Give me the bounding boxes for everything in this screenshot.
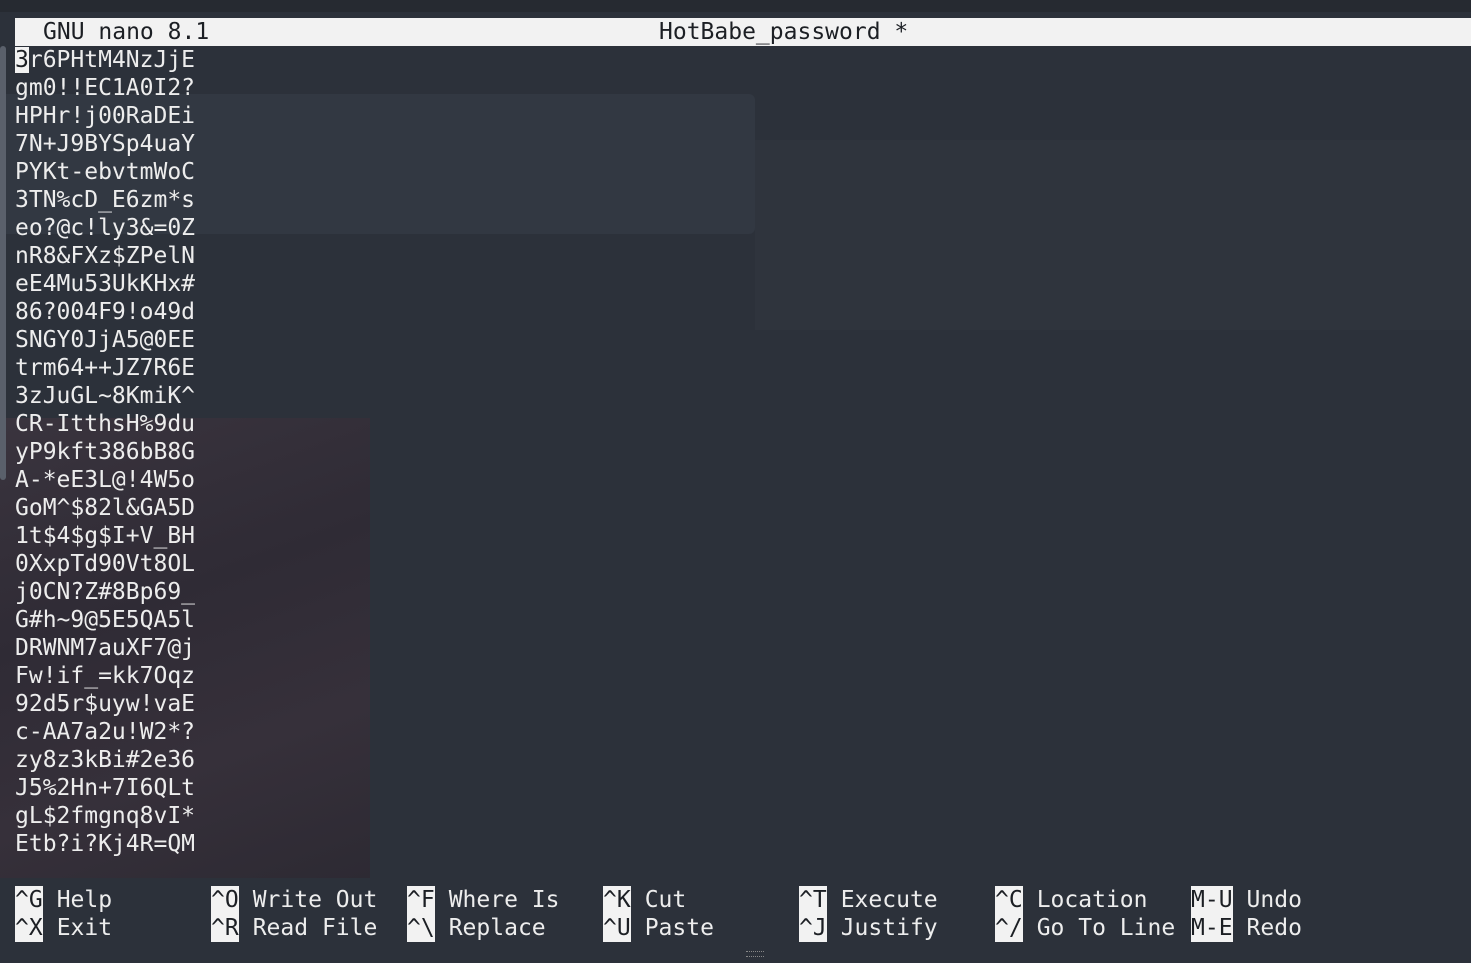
shortcut-label: Location: [1036, 887, 1148, 913]
shortcut-label: Exit: [56, 915, 113, 941]
shortcut-key: ^R: [211, 914, 239, 942]
shortcut-key: ^G: [15, 886, 43, 914]
text-line[interactable]: 0XxpTd90Vt8OL: [15, 550, 195, 578]
text-line[interactable]: j0CN?Z#8Bp69_: [15, 578, 195, 606]
shortcut-key: ^C: [995, 886, 1023, 914]
text-line[interactable]: Fw!if_=kk7Oqz: [15, 662, 195, 690]
shortcut-read-file[interactable]: ^R Read File: [211, 914, 377, 942]
text-line[interactable]: G#h~9@5E5QA5l: [15, 606, 195, 634]
text-line[interactable]: gL$2fmgnq8vI*: [15, 802, 195, 830]
shortcut-location[interactable]: ^C Location: [995, 886, 1147, 914]
shortcut-key: M-U: [1191, 886, 1233, 914]
resize-grip-icon[interactable]: [746, 951, 764, 957]
shortcut-label: Go To Line: [1036, 915, 1176, 941]
text-line[interactable]: 3TN%cD_E6zm*s: [15, 186, 195, 214]
shortcut-key: ^J: [799, 914, 827, 942]
text-line[interactable]: 3zJuGL~8KmiK^: [15, 382, 195, 410]
shortcut-write-out[interactable]: ^O Write Out: [211, 886, 377, 914]
text-line[interactable]: PYKt-ebvtmWoC: [15, 158, 195, 186]
shortcut-paste[interactable]: ^U Paste: [603, 914, 714, 942]
text-line[interactable]: 3r6PHtM4NzJjE: [15, 46, 195, 74]
shortcut-label: Paste: [644, 915, 714, 941]
shortcut-where-is[interactable]: ^F Where Is: [407, 886, 559, 914]
text-line[interactable]: 7N+J9BYSp4uaY: [15, 130, 195, 158]
text-line[interactable]: 1t$4$g$I+V_BH: [15, 522, 195, 550]
shortcut-exit[interactable]: ^X Exit: [15, 914, 112, 942]
text-cursor: 3: [15, 47, 29, 73]
shortcut-label: Read File: [252, 915, 378, 941]
text-line[interactable]: zy8z3kBi#2e36: [15, 746, 195, 774]
nano-titlebar: GNU nano 8.1 HotBabe_password *: [15, 18, 1471, 46]
shortcut-label: Execute: [840, 887, 938, 913]
text-line[interactable]: eo?@c!ly3&=0Z: [15, 214, 195, 242]
text-line[interactable]: J5%2Hn+7I6QLt: [15, 774, 195, 802]
file-name: HotBabe_password *: [659, 19, 909, 45]
text-line[interactable]: trm64++JZ7R6E: [15, 354, 195, 382]
shortcut-justify[interactable]: ^J Justify: [799, 914, 938, 942]
shortcut-key: ^X: [15, 914, 43, 942]
app-version: GNU nano 8.1: [43, 19, 210, 45]
shortcut-label: Help: [56, 887, 113, 913]
shortcut-key: ^\: [407, 914, 435, 942]
text-line[interactable]: 86?004F9!o49d: [15, 298, 195, 326]
shortcut-help[interactable]: ^G Help: [15, 886, 112, 914]
text-editor-area[interactable]: 3r6PHtM4NzJjE gm0!!EC1A0I2? HPHr!j00RaDEi 7…: [15, 46, 195, 858]
text-line[interactable]: SNGY0JjA5@0EE: [15, 326, 195, 354]
shortcut-key: ^/: [995, 914, 1023, 942]
shortcut-label: Write Out: [252, 887, 378, 913]
shortcut-cut[interactable]: ^K Cut: [603, 886, 686, 914]
scrollbar[interactable]: [0, 46, 6, 480]
text-line[interactable]: yP9kft386bB8G: [15, 438, 195, 466]
text-line[interactable]: Etb?i?Kj4R=QM: [15, 830, 195, 858]
shortcut-redo[interactable]: M-E Redo: [1191, 914, 1302, 942]
shortcut-execute[interactable]: ^T Execute: [799, 886, 938, 914]
text-line[interactable]: GoM^$82l&GA5D: [15, 494, 195, 522]
text-line[interactable]: eE4Mu53UkKHx#: [15, 270, 195, 298]
shortcut-label: Justify: [840, 915, 938, 941]
shortcut-go-to-line[interactable]: ^/ Go To Line: [995, 914, 1175, 942]
text-line[interactable]: c-AA7a2u!W2*?: [15, 718, 195, 746]
text-line[interactable]: HPHr!j00RaDEi: [15, 102, 195, 130]
desktop-top-strip: [0, 0, 1471, 12]
text-line-rest: r6PHtM4NzJjE: [28, 47, 196, 73]
shortcut-key: ^K: [603, 886, 631, 914]
shortcut-label: Where Is: [448, 887, 560, 913]
text-line[interactable]: A-*eE3L@!4W5o: [15, 466, 195, 494]
shortcut-key: ^O: [211, 886, 239, 914]
background-window-extension: [755, 140, 1471, 330]
text-line[interactable]: gm0!!EC1A0I2?: [15, 74, 195, 102]
text-line[interactable]: DRWNM7auXF7@j: [15, 634, 195, 662]
shortcut-undo[interactable]: M-U Undo: [1191, 886, 1302, 914]
text-line[interactable]: CR-ItthsH%9du: [15, 410, 195, 438]
text-line[interactable]: nR8&FXz$ZPelN: [15, 242, 195, 270]
shortcut-key: ^T: [799, 886, 827, 914]
text-line[interactable]: 92d5r$uyw!vaE: [15, 690, 195, 718]
shortcut-label: Cut: [644, 887, 687, 913]
shortcut-key: ^F: [407, 886, 435, 914]
shortcut-replace[interactable]: ^\ Replace: [407, 914, 546, 942]
shortcut-key: M-E: [1191, 914, 1233, 942]
shortcut-label: Replace: [448, 915, 546, 941]
shortcut-label: Undo: [1246, 887, 1302, 913]
shortcut-label: Redo: [1246, 915, 1302, 941]
shortcut-key: ^U: [603, 914, 631, 942]
